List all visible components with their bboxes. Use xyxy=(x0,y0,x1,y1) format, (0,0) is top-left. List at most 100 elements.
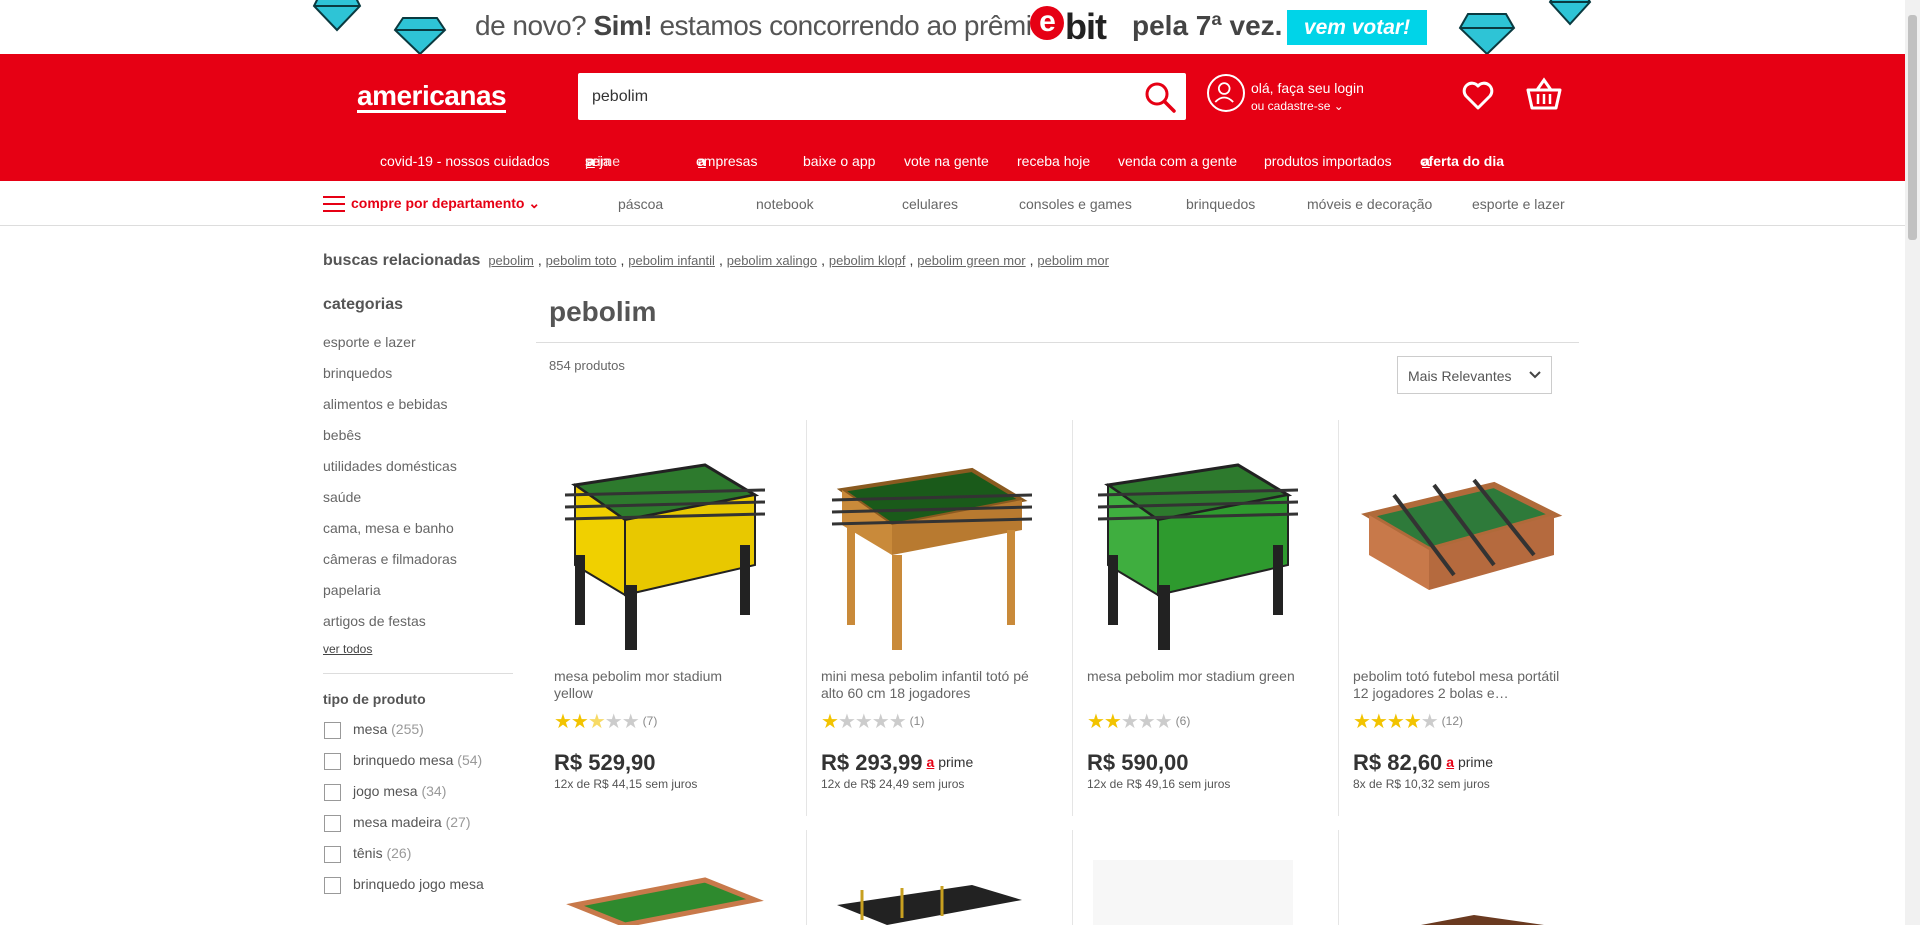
category-item[interactable]: artigos de festas xyxy=(323,612,513,643)
product-name[interactable]: mesa pebolim mor stadium yellow xyxy=(554,668,764,702)
see-all-link[interactable]: ver todos xyxy=(323,642,513,656)
product-card[interactable]: mesa pebolim mor stadium green ★★★★★ (6) … xyxy=(1072,420,1338,816)
product-price: R$ 529,90 xyxy=(554,750,656,775)
product-card-partial[interactable] xyxy=(806,830,1072,925)
divider xyxy=(323,673,513,674)
category-item[interactable]: esporte e lazer xyxy=(323,333,513,364)
product-image[interactable] xyxy=(1354,445,1564,655)
dept-consoles[interactable]: consoles e games xyxy=(1019,196,1132,212)
product-image[interactable] xyxy=(555,865,765,925)
site-header: americanas olá, faça seu login ou cadast… xyxy=(0,54,1905,181)
nav-vote[interactable]: vote na gente xyxy=(904,153,989,169)
review-count: (6) xyxy=(1175,714,1191,728)
filter-option[interactable]: tênis (26) xyxy=(323,845,513,876)
category-list: esporte e lazer brinquedos alimentos e b… xyxy=(323,333,513,643)
register-link[interactable]: ou cadastre-se ⌄ xyxy=(1251,99,1344,113)
product-card[interactable]: pebolim totó futebol mesa portátil 12 jo… xyxy=(1338,420,1604,816)
checkbox[interactable] xyxy=(324,814,341,832)
page-title: pebolim xyxy=(549,296,657,327)
product-image[interactable] xyxy=(1088,445,1298,655)
rating-stars: ★★★★★ (7) xyxy=(554,711,658,733)
product-card-partial[interactable] xyxy=(540,830,806,925)
ebit-logo: e bit xyxy=(1030,6,1107,48)
filter-option[interactable]: brinquedo mesa (54) xyxy=(323,752,513,783)
product-type-filters: mesa (255) brinquedo mesa (54) jogo mesa… xyxy=(323,721,513,907)
dept-celulares[interactable]: celulares xyxy=(902,196,958,212)
installments: 8x de R$ 10,32 sem juros xyxy=(1353,777,1490,791)
nav-importados[interactable]: produtos importados xyxy=(1264,153,1392,169)
promo-banner[interactable]: de novo? Sim! estamos concorrendo ao prê… xyxy=(0,0,1905,54)
dept-esporte[interactable]: esporte e lazer xyxy=(1472,196,1565,212)
product-image[interactable] xyxy=(1093,860,1293,925)
category-item[interactable]: bebês xyxy=(323,426,513,457)
chevron-down-icon: ⌄ xyxy=(528,195,541,211)
product-name[interactable]: mesa pebolim mor stadium green xyxy=(1087,668,1297,702)
dept-notebook[interactable]: notebook xyxy=(756,196,814,212)
checkbox[interactable] xyxy=(324,783,341,801)
related-link[interactable]: pebolim mor xyxy=(1037,253,1109,268)
product-card[interactable]: mini mesa pebolim infantil totó pé alto … xyxy=(806,420,1072,816)
vote-button[interactable]: vem votar! xyxy=(1287,10,1427,45)
category-item[interactable]: alimentos e bebidas xyxy=(323,395,513,426)
product-card-partial[interactable] xyxy=(1338,830,1604,925)
promo-text-2: pela 7ª vez. xyxy=(1132,10,1283,41)
category-item[interactable]: cama, mesa e banho xyxy=(323,519,513,550)
related-link[interactable]: pebolim xyxy=(488,253,534,268)
americanas-logo[interactable]: americanas xyxy=(357,82,507,113)
hamburger-icon xyxy=(323,196,345,213)
category-item[interactable]: utilidades domésticas xyxy=(323,457,513,488)
basket-icon[interactable] xyxy=(1526,76,1562,112)
category-item[interactable]: brinquedos xyxy=(323,364,513,395)
checkbox[interactable] xyxy=(324,845,341,863)
checkbox[interactable] xyxy=(324,721,341,739)
filter-option[interactable]: mesa (255) xyxy=(323,721,513,752)
product-image[interactable] xyxy=(1354,910,1564,925)
nav-app[interactable]: baixe o app xyxy=(803,153,875,169)
nav-venda[interactable]: venda com a gente xyxy=(1118,153,1237,169)
review-count: (7) xyxy=(642,714,658,728)
checkbox[interactable] xyxy=(324,876,341,894)
login-greeting[interactable]: olá, faça seu login xyxy=(1251,80,1364,96)
category-item[interactable]: saúde xyxy=(323,488,513,519)
user-icon xyxy=(1207,74,1245,112)
product-card-partial[interactable] xyxy=(1072,830,1338,925)
promo-text: de novo? Sim! estamos concorrendo ao prê… xyxy=(475,10,1047,41)
nav-receba[interactable]: receba hoje xyxy=(1017,153,1090,169)
heart-icon[interactable] xyxy=(1462,80,1494,110)
product-price: R$ 590,00 xyxy=(1087,750,1189,775)
product-name[interactable]: pebolim totó futebol mesa portátil 12 jo… xyxy=(1353,668,1563,702)
divider xyxy=(536,342,1579,343)
product-image[interactable] xyxy=(822,445,1032,655)
department-menu-button[interactable]: compre por departamento ⌄ xyxy=(323,195,541,213)
dept-pascoa[interactable]: páscoa xyxy=(618,196,663,212)
product-name[interactable]: mini mesa pebolim infantil totó pé alto … xyxy=(821,668,1031,702)
related-link[interactable]: pebolim green mor xyxy=(917,253,1025,268)
filter-sidebar: categorias esporte e lazer brinquedos al… xyxy=(323,296,513,907)
diamond-icon xyxy=(1548,0,1592,26)
filter-option[interactable]: brinquedo jogo mesa xyxy=(323,876,513,907)
product-card[interactable]: mesa pebolim mor stadium yellow ★★★★★ (7)… xyxy=(540,420,806,816)
search-input[interactable] xyxy=(592,73,1112,120)
category-item[interactable]: papelaria xyxy=(323,581,513,612)
related-link[interactable]: pebolim infantil xyxy=(628,253,715,268)
related-link[interactable]: pebolim toto xyxy=(546,253,617,268)
nav-covid[interactable]: covid-19 - nossos cuidados xyxy=(380,153,550,169)
installments: 12x de R$ 49,16 sem juros xyxy=(1087,777,1231,791)
sort-select[interactable]: Mais Relevantes xyxy=(1397,356,1552,394)
related-link[interactable]: pebolim klopf xyxy=(829,253,906,268)
scrollbar[interactable] xyxy=(1905,0,1920,925)
scrollbar-thumb[interactable] xyxy=(1908,15,1917,240)
search-icon[interactable] xyxy=(1144,81,1176,113)
dept-brinquedos[interactable]: brinquedos xyxy=(1186,196,1255,212)
filter-option[interactable]: jogo mesa (34) xyxy=(323,783,513,814)
related-link[interactable]: pebolim xalingo xyxy=(727,253,817,268)
checkbox[interactable] xyxy=(324,752,341,770)
product-image[interactable] xyxy=(555,445,765,655)
category-item[interactable]: câmeras e filmadoras xyxy=(323,550,513,581)
results-count: 854 produtos xyxy=(549,358,625,373)
filter-option[interactable]: mesa madeira (27) xyxy=(323,814,513,845)
dept-moveis[interactable]: móveis e decoração xyxy=(1307,196,1432,212)
product-price: R$ 293,99 a prime xyxy=(821,750,974,775)
installments: 12x de R$ 24,49 sem juros xyxy=(821,777,965,791)
product-image[interactable] xyxy=(822,870,1032,925)
